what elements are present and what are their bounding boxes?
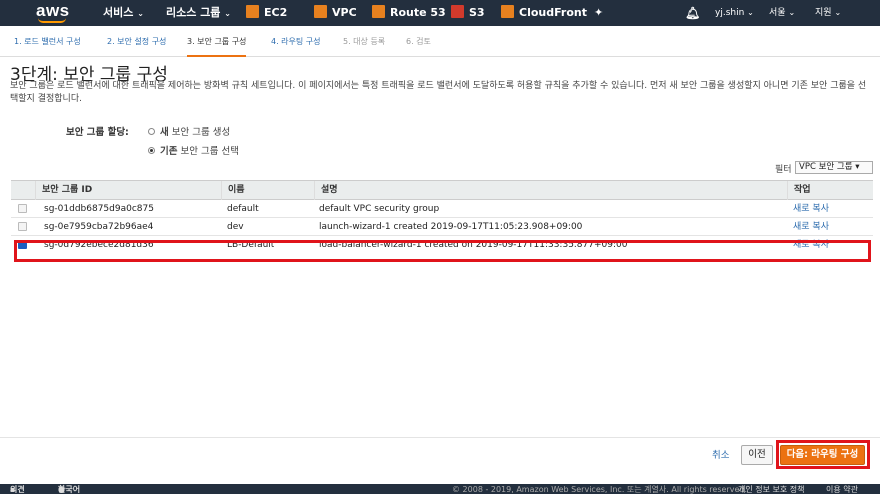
next-configure-routing-button[interactable]: 다음: 라우팅 구성: [780, 445, 865, 465]
bell-icon[interactable]: 🔔︎: [685, 0, 700, 26]
security-groups-table: 보안 그룹 ID 이름 설명 작업 sg-01ddb6875d9a0c875 d…: [11, 180, 873, 254]
chevron-down-icon: ⌄: [224, 9, 231, 18]
radio-create-new-security-group[interactable]: 새 보안 그룹 생성: [148, 124, 230, 138]
shortcut-route53[interactable]: Route 53: [372, 0, 446, 26]
chevron-down-icon: ⌄: [834, 8, 842, 17]
option-existing-rest: 보안 그룹 선택: [177, 146, 239, 157]
previous-button[interactable]: 이전: [741, 445, 773, 465]
vpc-icon: [314, 5, 327, 18]
globe-icon: ●: [58, 485, 65, 494]
services-menu[interactable]: 서비스 ⌄: [103, 0, 144, 26]
radio-circle-selected: [148, 147, 155, 154]
chat-icon: ▪: [10, 485, 16, 494]
radio-select-existing-security-group[interactable]: 기존 보안 그룹 선택: [148, 143, 239, 157]
table-row[interactable]: sg-0d792ebece2d81d36 LB-Default load-bal…: [11, 236, 873, 254]
radio-circle: [148, 128, 155, 135]
wizard-steps: 1. 로드 밸런서 구성 2. 보안 설정 구성 3. 보안 그룹 구성 4. …: [0, 26, 880, 57]
route53-icon: [372, 5, 385, 18]
row-checkbox[interactable]: [18, 204, 27, 213]
assign-security-group-label: 보안 그룹 할당:: [66, 127, 129, 138]
step-configure-security-groups[interactable]: 3. 보안 그룹 구성: [187, 26, 247, 57]
security-group-id: sg-0e7959cba72b96ae4: [44, 222, 154, 232]
feedback-link[interactable]: ▪ 의견: [10, 484, 25, 494]
option-existing-bold: 기존: [160, 146, 178, 157]
header-security-group-id[interactable]: 보안 그룹 ID: [35, 181, 221, 200]
user-menu[interactable]: yj.shin ⌄: [715, 0, 754, 26]
header-name[interactable]: 이름: [221, 181, 314, 200]
support-menu[interactable]: 지원 ⌄: [815, 0, 841, 26]
shortcut-cloudfront[interactable]: CloudFront: [501, 0, 587, 26]
table-header: 보안 그룹 ID 이름 설명 작업: [11, 180, 873, 200]
row-checkbox[interactable]: [18, 222, 27, 231]
region-label: 서울: [769, 8, 786, 18]
security-group-id: sg-0d792ebece2d81d36: [44, 240, 154, 250]
shortcut-route53-label: Route 53: [390, 6, 446, 19]
terms-link[interactable]: 이용 약관: [826, 484, 858, 494]
filter-select[interactable]: VPC 보안 그룹 ▾: [795, 161, 873, 174]
shortcut-ec2[interactable]: EC2: [246, 0, 287, 26]
region-menu[interactable]: 서울 ⌄: [769, 0, 795, 26]
s3-icon: [451, 5, 464, 18]
language-link[interactable]: ● 한국어: [58, 484, 80, 494]
services-label: 서비스: [103, 6, 134, 19]
filter-label: 필터: [775, 165, 792, 175]
chevron-down-icon: ⌄: [747, 8, 754, 17]
chevron-down-icon: ⌄: [788, 8, 796, 17]
security-group-id: sg-01ddb6875d9a0c875: [44, 204, 154, 214]
option-new-rest: 보안 그룹 생성: [168, 127, 231, 138]
user-name: yj.shin: [715, 8, 745, 18]
header-select: [11, 181, 35, 200]
support-label: 지원: [815, 8, 832, 18]
footer: ▪ 의견 ● 한국어 © 2008 - 2019, Amazon Web Ser…: [0, 484, 880, 494]
step-register-targets: 5. 대상 등록: [343, 37, 386, 46]
aws-logo-smile: [38, 18, 66, 23]
header-description[interactable]: 설명: [314, 181, 787, 200]
resource-groups-label: 리소스 그룹: [166, 6, 221, 19]
top-navigation-bar: aws 서비스 ⌄ 리소스 그룹 ⌄ EC2 VPC Route 53 S3 C…: [0, 0, 880, 26]
chevron-down-icon: ⌄: [137, 9, 144, 18]
option-new-bold: 새: [160, 127, 169, 138]
header-actions: 작업: [787, 181, 873, 200]
row-checkbox[interactable]: [18, 240, 27, 249]
step-configure-security-settings[interactable]: 2. 보안 설정 구성: [107, 26, 166, 57]
resource-groups-menu[interactable]: 리소스 그룹 ⌄: [166, 0, 231, 26]
shortcut-vpc[interactable]: VPC: [314, 0, 357, 26]
privacy-policy-link[interactable]: 개인 정보 보호 정책: [738, 484, 805, 494]
table-row[interactable]: sg-0e7959cba72b96ae4 dev launch-wizard-1…: [11, 218, 873, 236]
security-group-name: default: [227, 204, 259, 214]
ec2-icon: [246, 5, 259, 18]
copy-to-new-link[interactable]: 새로 복사: [793, 200, 829, 218]
copy-to-new-link[interactable]: 새로 복사: [793, 218, 829, 236]
cancel-link[interactable]: 취소: [712, 447, 729, 461]
shortcut-s3-label: S3: [469, 6, 485, 19]
security-group-description: launch-wizard-1 created 2019-09-17T11:05…: [319, 222, 583, 232]
shortcut-vpc-label: VPC: [332, 6, 357, 19]
shortcut-ec2-label: EC2: [264, 6, 288, 19]
table-row[interactable]: sg-01ddb6875d9a0c875 default default VPC…: [11, 200, 873, 218]
step-configure-routing[interactable]: 4. 라우팅 구성: [271, 26, 321, 57]
shortcut-s3[interactable]: S3: [451, 0, 485, 26]
security-group-name: dev: [227, 222, 244, 232]
security-group-description: load-balancer-wizard-1 created on 2019-0…: [319, 240, 628, 250]
cloudfront-icon: [501, 5, 514, 18]
copy-to-new-link[interactable]: 새로 복사: [793, 236, 829, 254]
shortcut-cloudfront-label: CloudFront: [519, 6, 587, 19]
step-review: 6. 검토: [406, 37, 431, 46]
step-configure-load-balancer[interactable]: 1. 로드 밸런서 구성: [14, 26, 81, 57]
page-description: 보안 그룹은 로드 밸런서에 대한 트래픽을 제어하는 방화벽 규칙 세트입니다…: [10, 81, 867, 104]
security-group-name: LB-Default: [227, 240, 275, 250]
copyright: © 2008 - 2019, Amazon Web Services, Inc.…: [452, 485, 748, 494]
security-group-description: default VPC security group: [319, 204, 440, 214]
pin-icon[interactable]: ✦: [594, 0, 603, 26]
